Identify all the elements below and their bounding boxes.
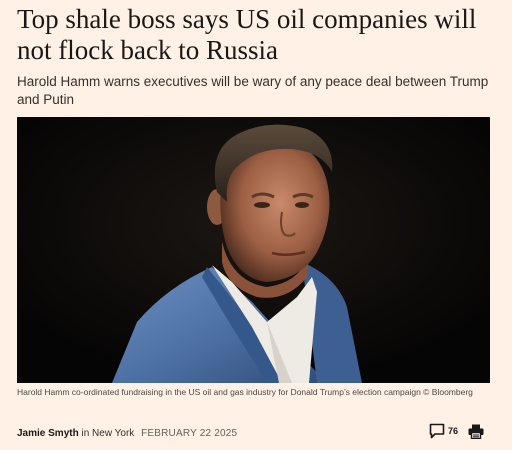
portrait-image [17,117,490,383]
author-link[interactable]: Jamie Smyth [17,428,79,439]
speech-bubble-icon [429,423,445,444]
byline: Jamie Smyth in New York FEBRUARY 22 2025 [17,427,237,440]
comment-count: 76 [447,425,458,436]
comments-button[interactable]: 76 [429,423,458,444]
publish-date: FEBRUARY 22 2025 [141,428,238,439]
location-prefix: in [78,428,93,439]
byline-location: New York [92,428,135,439]
article-photo [17,117,490,383]
article-headline: Top shale boss says US oil companies wil… [17,4,477,65]
article-actions: 76 [429,423,484,444]
article-standfirst: Harold Hamm warns executives will be war… [17,74,489,107]
image-caption: Harold Hamm co-ordinated fundraising in … [17,387,473,397]
printer-icon [468,424,484,444]
print-button[interactable] [468,424,484,444]
